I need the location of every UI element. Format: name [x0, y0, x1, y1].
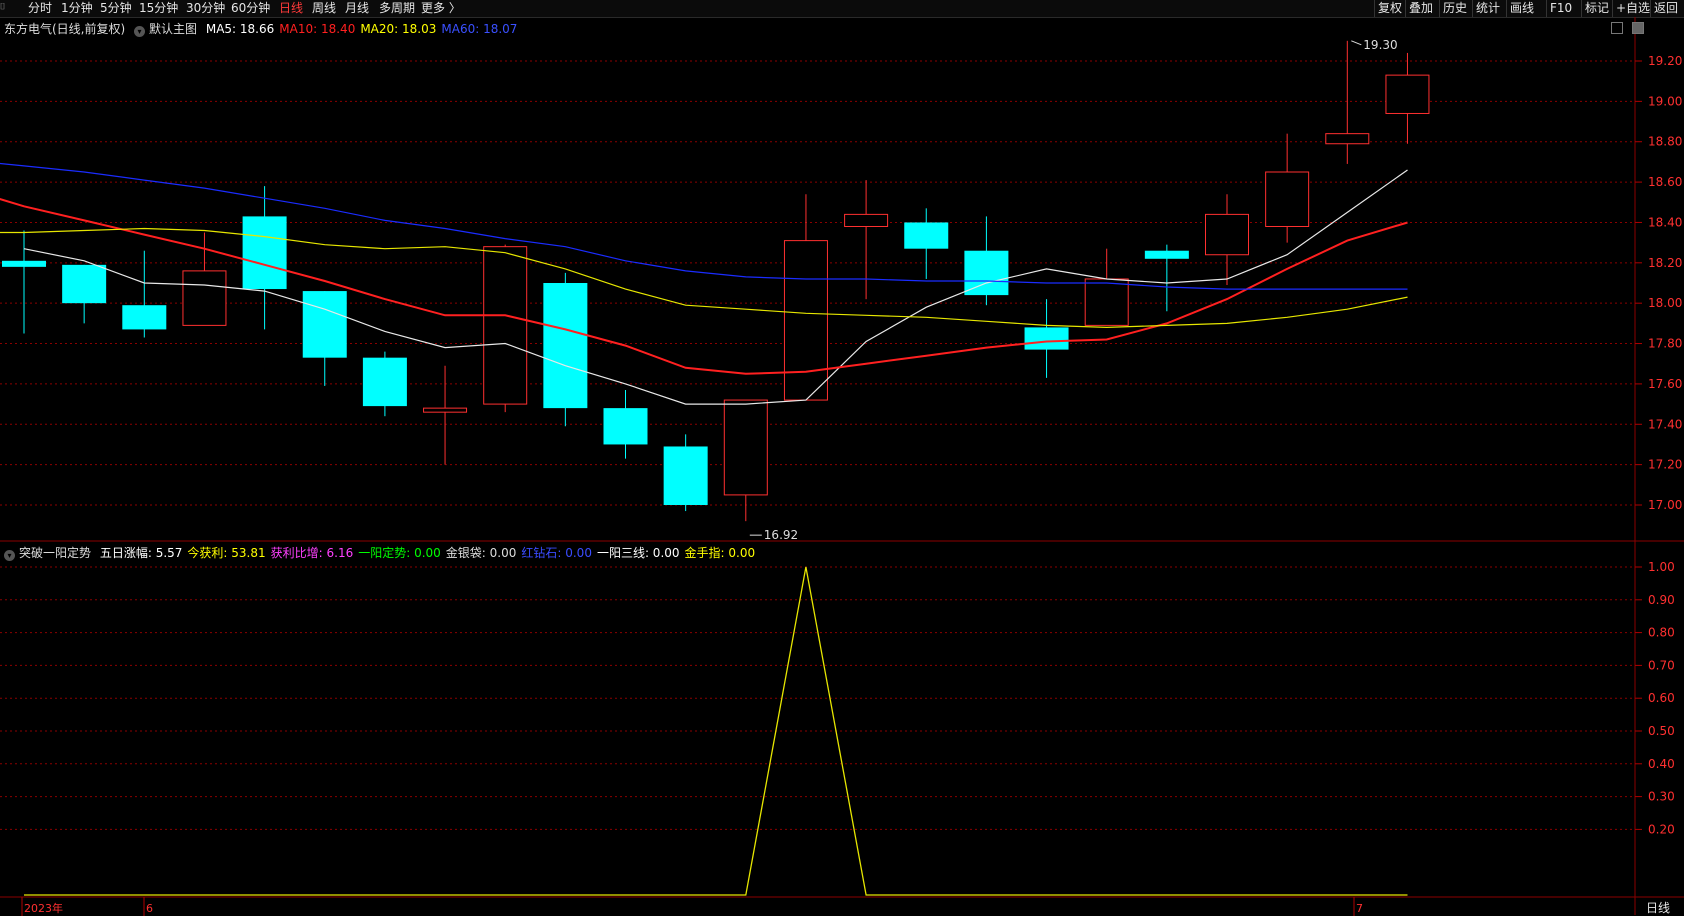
- main-axis-label: 19.00: [1648, 94, 1682, 108]
- restore-icon[interactable]: [1611, 21, 1624, 34]
- ma-legend-2: MA20: 18.03: [360, 22, 437, 36]
- high-marker: [1351, 40, 1362, 46]
- candle-body: [543, 283, 588, 409]
- sub-axis-label: 0.50: [1648, 724, 1675, 738]
- candle-body: [483, 246, 528, 405]
- low-label: 16.92: [764, 528, 798, 542]
- period-label: 日线: [1646, 901, 1670, 915]
- candle-body: [1325, 133, 1370, 145]
- main-legend: 东方电气(日线,前复权) ▾ 默认主图 MA5: 18.66 MA10: 18.40…: [4, 21, 522, 37]
- toolbar-btn-5[interactable]: F10: [1546, 0, 1575, 17]
- candle-body: [1144, 250, 1189, 259]
- sub-axis-label: 0.30: [1648, 790, 1675, 804]
- x-axis-label: 7: [1356, 902, 1363, 915]
- sub-axis-label: 0.90: [1648, 593, 1675, 607]
- toolbar-btn-0[interactable]: 复权: [1374, 0, 1405, 17]
- sub-legend-2: 获利比增: 6.16: [270, 546, 354, 560]
- sub-axis-label: 0.20: [1648, 822, 1675, 836]
- candle-body: [1084, 278, 1129, 326]
- period-tab-0[interactable]: 分时: [28, 1, 52, 16]
- candle-body: [1385, 74, 1430, 114]
- candle-body: [723, 399, 768, 496]
- sub-legend-3: 一阳定势: 0.00: [358, 546, 441, 560]
- candle-body: [122, 305, 167, 330]
- indicator-dropdown-icon[interactable]: ▾: [4, 550, 15, 561]
- candle-body: [2, 260, 46, 267]
- period-tab-6[interactable]: 日线: [279, 1, 303, 16]
- maximize-icon[interactable]: [1632, 21, 1644, 34]
- sub-legend-1: 今获利: 53.81: [187, 546, 266, 560]
- indicator-title[interactable]: 突破一阳定势: [19, 546, 91, 560]
- period-tab-1[interactable]: 1分钟: [61, 1, 93, 16]
- main-axis-label: 18.20: [1648, 256, 1682, 270]
- sub-axis-label: 0.70: [1648, 658, 1675, 672]
- period-tab-7[interactable]: 周线: [312, 1, 336, 16]
- period-tab-5[interactable]: 60分钟: [231, 1, 270, 16]
- candle-body: [242, 216, 287, 290]
- sub-legend-5: 红钻石: 0.00: [521, 546, 592, 560]
- candle-body: [783, 240, 828, 401]
- ma-line-MA5: [23, 169, 1408, 405]
- sub-legend-4: 金银袋: 0.00: [445, 546, 517, 560]
- candle-body: [1024, 327, 1069, 350]
- sub-legend: ▾ 突破一阳定势 五日涨幅: 5.57 今获利: 53.81 获利比增: 6.16 一阳…: [4, 545, 760, 561]
- candle-body: [964, 250, 1009, 296]
- toolbar-btn-3[interactable]: 统计: [1472, 0, 1503, 17]
- main-axis-label: 18.60: [1648, 175, 1682, 189]
- ma-legend-0: MA5: 18.66: [205, 22, 275, 36]
- main-axis-label: 17.40: [1648, 417, 1682, 431]
- x-axis-label: 2023年: [24, 901, 63, 915]
- main-axis-label: 17.00: [1648, 498, 1682, 512]
- period-tab-10[interactable]: 更多 〉: [421, 1, 461, 16]
- sub-legend-0: 五日涨幅: 5.57: [99, 546, 183, 560]
- candle-body: [663, 446, 708, 505]
- candle-body: [182, 270, 227, 326]
- period-tab-3[interactable]: 15分钟: [139, 1, 178, 16]
- candle-body: [302, 291, 347, 358]
- sub-axis-label: 0.60: [1648, 691, 1675, 705]
- toolbar-btn-1[interactable]: 叠加: [1405, 0, 1436, 17]
- sub-axis-label: 0.80: [1648, 626, 1675, 640]
- toolbar-btn-2[interactable]: 历史: [1439, 0, 1470, 17]
- main-axis-label: 18.80: [1648, 135, 1682, 149]
- period-tab-2[interactable]: 5分钟: [100, 1, 132, 16]
- x-axis-label: 6: [146, 902, 153, 915]
- sub-axis-label: 1.00: [1648, 560, 1675, 574]
- period-toolbar: ⌷ 分时 1分钟 5分钟 15分钟 30分钟 60分钟 日线 周线 月线 多周期 更多 〉 复权 叠加…: [0, 0, 1684, 18]
- candle-body: [62, 264, 107, 304]
- main-axis-label: 18.40: [1648, 215, 1682, 229]
- panel-menu-icon[interactable]: ⌷: [0, 2, 14, 14]
- period-tab-8[interactable]: 月线: [345, 1, 369, 16]
- candle-body: [1205, 213, 1249, 256]
- main-axis-label: 17.80: [1648, 337, 1682, 351]
- main-axis-label: 18.00: [1648, 296, 1682, 310]
- candle-body: [603, 408, 648, 445]
- sub-legend-7: 金手指: 0.00: [684, 546, 756, 560]
- main-axis-label: 17.20: [1648, 458, 1682, 472]
- ma-legend-1: MA10: 18.40: [279, 22, 356, 36]
- ma-line-MA60: [0, 162, 1408, 290]
- main-axis-label: 17.60: [1648, 377, 1682, 391]
- period-tab-9[interactable]: 多周期: [379, 1, 415, 16]
- toolbar-btn-7[interactable]: +自选: [1612, 0, 1653, 17]
- template-name[interactable]: 默认主图: [149, 22, 197, 36]
- candle-body: [362, 357, 407, 407]
- candle-body: [844, 213, 889, 227]
- sub-axis-label: 0.40: [1648, 757, 1675, 771]
- template-dropdown-icon[interactable]: ▾: [134, 26, 146, 37]
- window-controls: [1606, 20, 1644, 34]
- main-axis-label: 19.20: [1648, 54, 1682, 68]
- candle-body: [1265, 171, 1310, 227]
- high-label: 19.30: [1363, 38, 1397, 52]
- period-tab-4[interactable]: 30分钟: [186, 1, 225, 16]
- toolbar-btn-6[interactable]: 标记: [1581, 0, 1612, 17]
- toolbar-btn-8[interactable]: 返回: [1650, 0, 1681, 17]
- ma-legend-3: MA60: 18.07: [441, 22, 518, 36]
- candle-body: [904, 222, 949, 249]
- toolbar-btn-4[interactable]: 画线: [1506, 0, 1537, 17]
- sub-legend-6: 一阳三线: 0.00: [596, 546, 680, 560]
- candle-body: [423, 407, 468, 413]
- stock-title[interactable]: 东方电气(日线,前复权): [4, 22, 125, 36]
- kline-chart[interactable]: 19.20 19.00 18.80 18.60 18.40 18.20 18.00 17.80…: [0, 17, 1684, 916]
